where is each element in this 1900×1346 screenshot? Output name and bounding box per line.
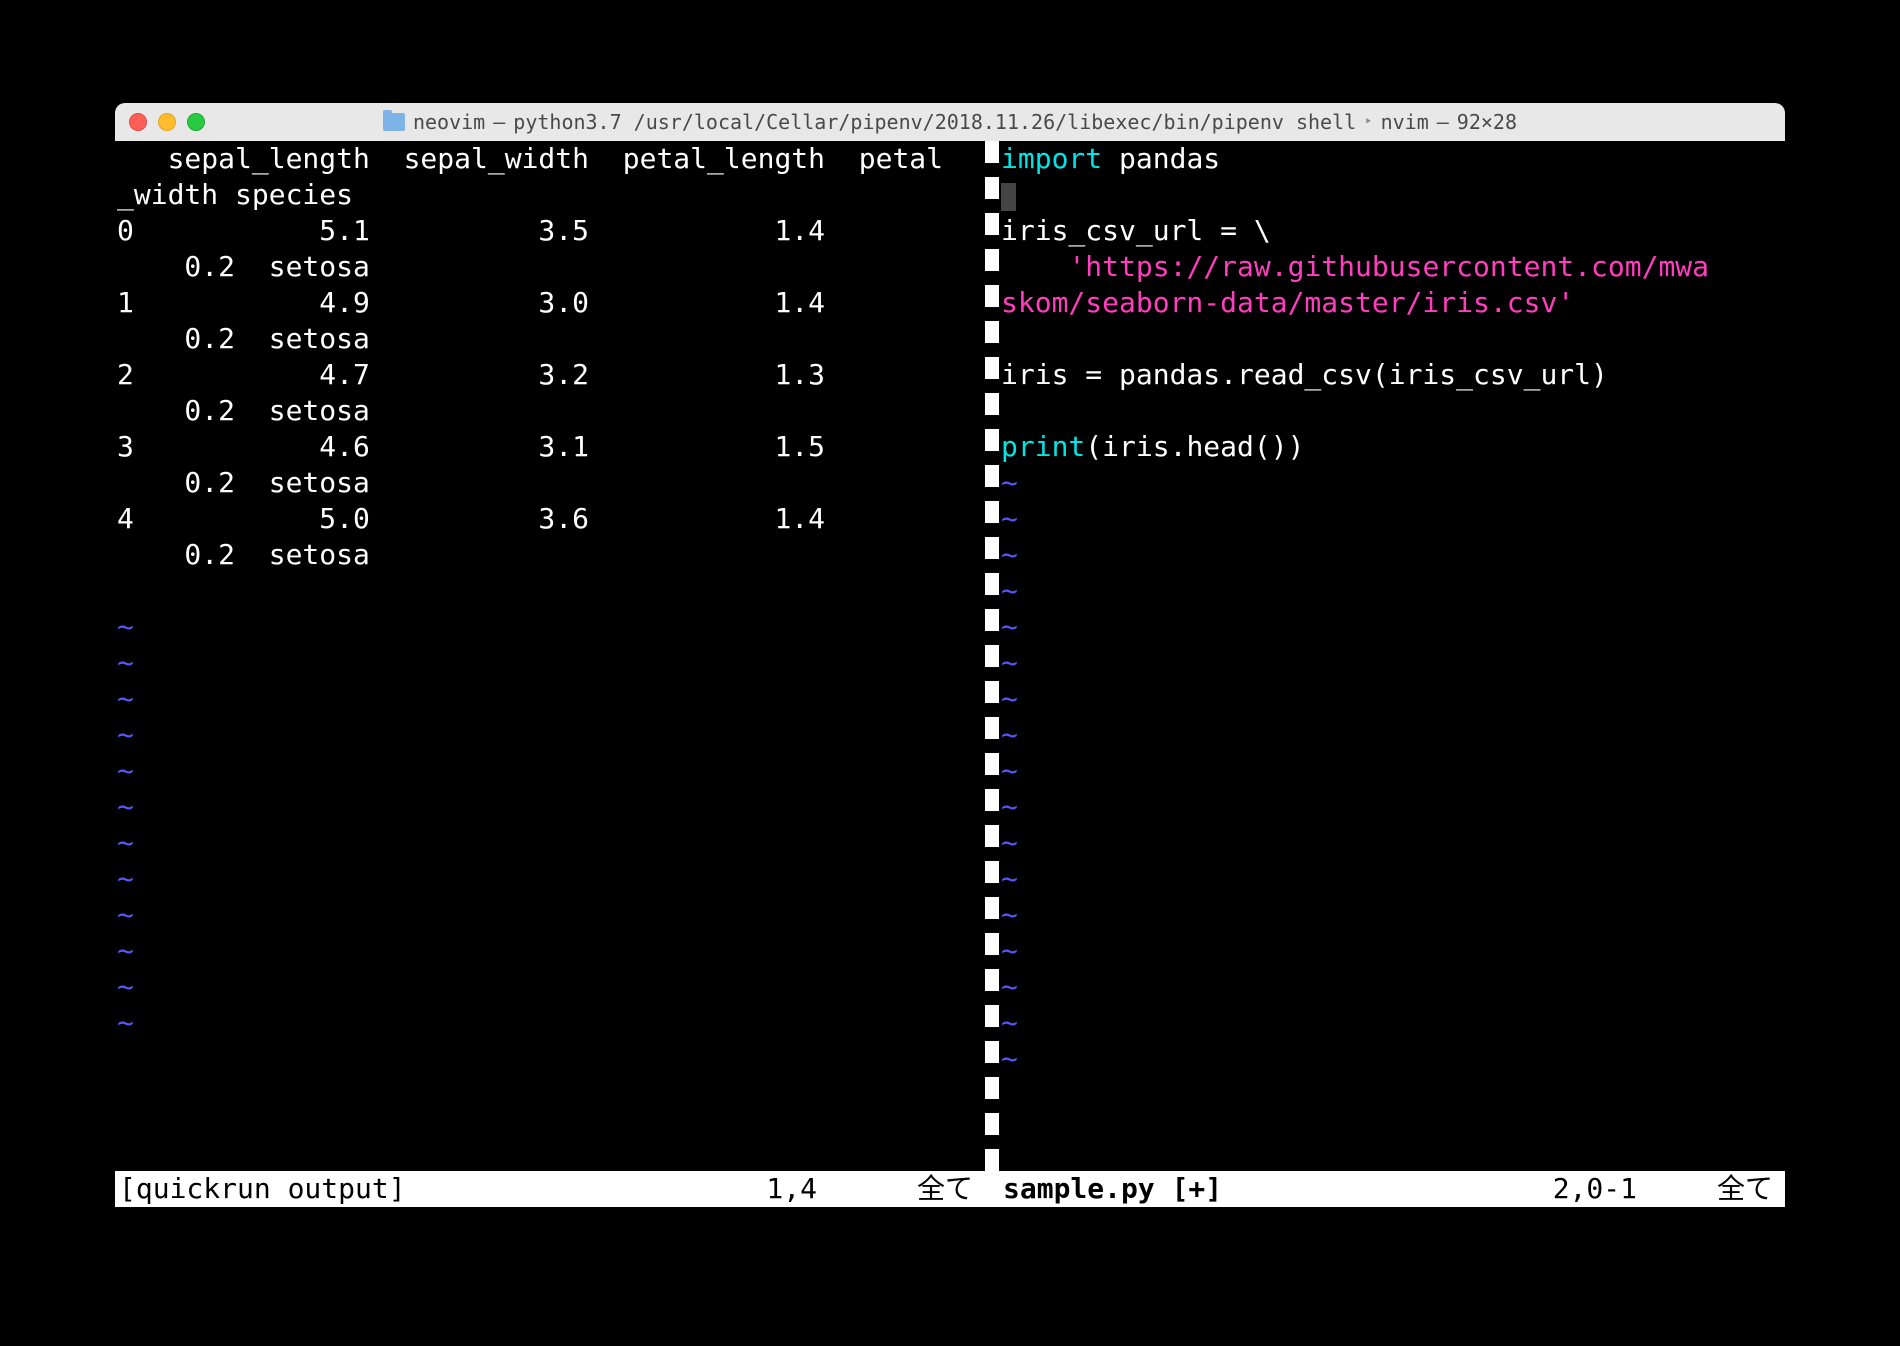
left-scroll-percent: 全て	[917, 1171, 973, 1207]
title-folder-name: neovim	[413, 110, 485, 134]
empty-line-tilde: ~	[117, 861, 983, 897]
code-line: import pandas	[1001, 141, 1783, 177]
empty-line-tilde: ~	[1001, 753, 1783, 789]
close-window-button[interactable]	[129, 113, 147, 131]
right-pane-content: import pandas iris_csv_url = \ 'https://r…	[999, 141, 1785, 1171]
empty-line-tilde: ~	[117, 1005, 983, 1041]
empty-line-tilde: ~	[117, 933, 983, 969]
empty-line-tilde: ~	[117, 609, 983, 645]
empty-line-tilde: ~	[117, 681, 983, 717]
code-line: skom/seaborn-data/master/iris.csv'	[1001, 285, 1783, 321]
empty-line-tilde: ~	[1001, 969, 1783, 1005]
output-line: 3 4.6 3.1 1.5	[117, 429, 983, 465]
right-scroll-percent: 全て	[1717, 1171, 1773, 1207]
empty-line-tilde: ~	[117, 789, 983, 825]
title-process: python3.7 /usr/local/Cellar/pipenv/2018.…	[513, 110, 1356, 134]
cursor	[1001, 183, 1016, 211]
empty-line-tilde: ~	[1001, 1005, 1783, 1041]
status-left: [quickrun output] 1,4 全て	[115, 1171, 985, 1207]
title-arrow: ‣	[1364, 114, 1372, 130]
empty-line-tilde: ~	[1001, 717, 1783, 753]
empty-line-tilde: ~	[117, 753, 983, 789]
zoom-window-button[interactable]	[187, 113, 205, 131]
output-line: 4 5.0 3.6 1.4	[117, 501, 983, 537]
code-line: iris = pandas.read_csv(iris_csv_url)	[1001, 357, 1783, 393]
minimize-window-button[interactable]	[158, 113, 176, 131]
empty-line-tilde: ~	[1001, 645, 1783, 681]
output-line: 0 5.1 3.5 1.4	[117, 213, 983, 249]
title-size: 92×28	[1457, 110, 1517, 134]
empty-line-tilde: ~	[1001, 1041, 1783, 1077]
output-line: 2 4.7 3.2 1.3	[117, 357, 983, 393]
empty-line-tilde: ~	[117, 645, 983, 681]
titlebar: neovim — python3.7 /usr/local/Cellar/pip…	[115, 103, 1785, 141]
terminal-window: neovim — python3.7 /usr/local/Cellar/pip…	[115, 103, 1785, 1243]
output-line: 0.2 setosa	[117, 393, 983, 429]
panes-container: sepal_length sepal_width petal_length pe…	[115, 141, 1785, 1171]
empty-line-tilde: ~	[117, 825, 983, 861]
code-line: 'https://raw.githubusercontent.com/mwa	[1001, 249, 1783, 285]
output-line: 0.2 setosa	[117, 465, 983, 501]
left-cursor-position: 1,4	[766, 1171, 817, 1207]
empty-line-tilde: ~	[1001, 537, 1783, 573]
traffic-lights	[129, 113, 205, 131]
output-line: _width species	[117, 177, 983, 213]
left-buffer-name: [quickrun output]	[119, 1171, 406, 1207]
output-line: 0.2 setosa	[117, 321, 983, 357]
title-dims-sep: —	[1437, 110, 1449, 134]
code-line: print(iris.head())	[1001, 429, 1783, 465]
empty-line-tilde: ~	[1001, 609, 1783, 645]
empty-line-tilde: ~	[117, 897, 983, 933]
empty-line-tilde: ~	[1001, 825, 1783, 861]
output-line: 0.2 setosa	[117, 249, 983, 285]
left-pane-content: sepal_length sepal_width petal_length pe…	[115, 141, 985, 1171]
output-line: 1 4.9 3.0 1.4	[117, 285, 983, 321]
right-buffer-name: sample.py [+]	[1003, 1171, 1222, 1207]
empty-line-tilde: ~	[1001, 897, 1783, 933]
empty-line-tilde: ~	[117, 969, 983, 1005]
title-app: nvim	[1381, 110, 1429, 134]
empty-line-tilde: ~	[1001, 573, 1783, 609]
vertical-split-divider[interactable]	[985, 141, 999, 1171]
output-line: 0.2 setosa	[117, 537, 983, 573]
empty-line-tilde: ~	[1001, 681, 1783, 717]
empty-line-tilde: ~	[1001, 465, 1783, 501]
empty-line-tilde: ~	[1001, 861, 1783, 897]
code-line	[1001, 393, 1783, 429]
empty-line-tilde: ~	[1001, 933, 1783, 969]
code-line	[1001, 177, 1783, 213]
terminal-body: sepal_length sepal_width petal_length pe…	[115, 141, 1785, 1243]
right-cursor-position: 2,0-1	[1553, 1171, 1637, 1207]
command-line[interactable]	[115, 1207, 1785, 1243]
left-pane[interactable]: sepal_length sepal_width petal_length pe…	[115, 141, 985, 1171]
status-right: sample.py [+] 2,0-1 全て	[985, 1171, 1785, 1207]
folder-icon	[383, 113, 405, 131]
code-line	[1001, 321, 1783, 357]
title-sep: —	[493, 110, 505, 134]
empty-line-tilde: ~	[117, 717, 983, 753]
right-pane[interactable]: import pandas iris_csv_url = \ 'https://r…	[999, 141, 1785, 1171]
empty-line-tilde: ~	[1001, 501, 1783, 537]
output-line	[117, 573, 983, 609]
window-title: neovim — python3.7 /usr/local/Cellar/pip…	[383, 110, 1517, 134]
statusbar: [quickrun output] 1,4 全て sample.py [+] 2…	[115, 1171, 1785, 1207]
output-line: sepal_length sepal_width petal_length pe…	[117, 141, 983, 177]
empty-line-tilde: ~	[1001, 789, 1783, 825]
code-line: iris_csv_url = \	[1001, 213, 1783, 249]
